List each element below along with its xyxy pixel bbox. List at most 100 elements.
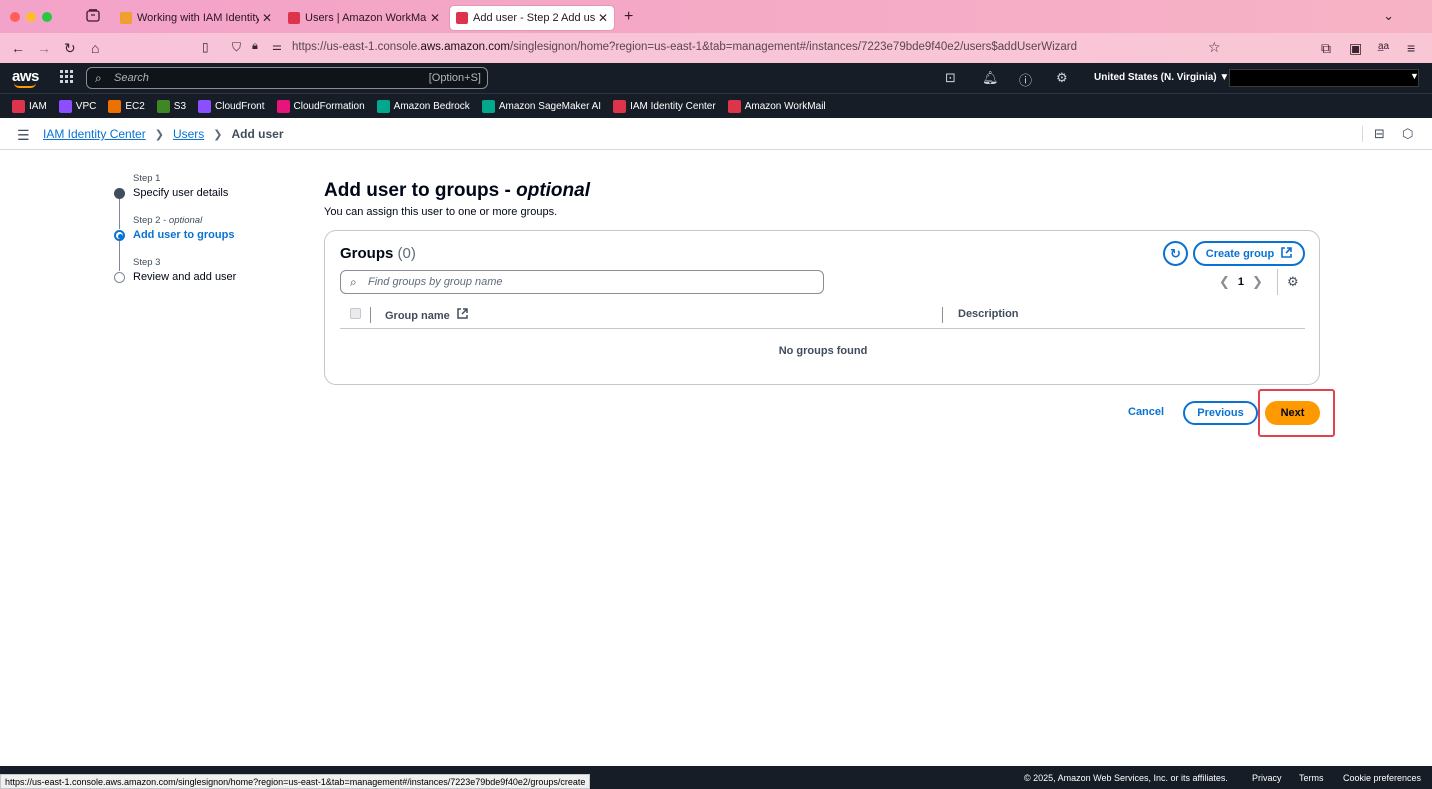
shield-icon[interactable]: ⛉ [232, 40, 241, 55]
browser-nav-bar: ← → ↻ ⌂ ▯ ⛉ 🔒︎ ⚌ https://us-east-1.conso… [0, 33, 1432, 63]
page-number[interactable]: 1 [1238, 276, 1244, 288]
translate-icon[interactable]: a̲a [1378, 41, 1389, 52]
settings-gear-icon[interactable]: ⚙ [1056, 70, 1068, 86]
favorite-sagemaker[interactable]: Amazon SageMaker AI [481, 99, 601, 113]
breadcrumb-bar: ☰ IAM Identity Center ❯ Users ❯ Add user… [0, 118, 1432, 150]
favorite-iam-identity-center[interactable]: IAM Identity Center [613, 99, 716, 113]
next-button-highlight: Next [1258, 389, 1335, 437]
chevron-right-icon: ❯ [154, 128, 164, 141]
divider [1277, 269, 1278, 295]
external-link-icon [454, 308, 468, 322]
preferences-gear-icon[interactable]: ⚙ [1287, 274, 1299, 290]
bedrock-service-icon [376, 99, 390, 113]
next-page-icon[interactable]: ❯ [1252, 274, 1263, 290]
step-1[interactable]: Step 1 Specify user details [110, 170, 290, 229]
chevron-down-icon[interactable]: ⌄ [1383, 8, 1394, 24]
favorite-cloudfront[interactable]: CloudFront [198, 99, 265, 113]
region-selector[interactable]: United States (N. Virginia) ▼ [1094, 72, 1229, 83]
new-tab-icon[interactable]: + [624, 8, 633, 26]
account-menu[interactable] [1229, 69, 1419, 87]
close-tab-icon[interactable]: ✕ [430, 11, 440, 25]
container-icon[interactable]: ▣ [1349, 40, 1362, 57]
reload-icon[interactable]: ↻ [64, 40, 76, 57]
notifications-bell-icon[interactable]: 🔔︎ [982, 70, 999, 86]
caret-down-icon[interactable]: ▼ [1410, 71, 1419, 81]
tab-favicon-icon [288, 12, 300, 24]
close-tab-icon[interactable]: ✕ [598, 11, 608, 25]
select-all-checkbox[interactable] [350, 308, 361, 319]
address-bar[interactable]: ⛉ 🔒︎ ⚌ https://us-east-1.console.aws.ama… [228, 37, 1222, 59]
step-current-icon [114, 230, 125, 241]
column-group-name[interactable]: Group name [385, 308, 468, 322]
console-search-input[interactable]: ⌕ Search [Option+S] [86, 67, 488, 89]
permissions-icon[interactable]: ⚌ [272, 40, 282, 53]
group-search-input[interactable]: ⌕ Find groups by group name [340, 270, 824, 294]
privacy-link[interactable]: Privacy [1252, 773, 1282, 783]
cloudfront-service-icon [198, 99, 212, 113]
pagination: ❮ 1 ❯ [1211, 274, 1271, 290]
favorite-ec2[interactable]: EC2 [108, 99, 145, 113]
feedback-icon[interactable]: ⬡ [1402, 126, 1413, 142]
breadcrumb-current: Add user [231, 127, 284, 141]
identity-center-service-icon [613, 99, 627, 113]
refresh-icon: ↻ [1170, 246, 1181, 261]
refresh-button[interactable]: ↻ [1163, 241, 1188, 266]
url-text: https://us-east-1.console.aws.amazon.com… [292, 41, 1078, 53]
aws-logo[interactable]: aws [12, 68, 39, 88]
maximize-window-button[interactable] [42, 12, 52, 22]
cookie-preferences-link[interactable]: Cookie preferences [1343, 773, 1421, 783]
browser-tab-iam-docs[interactable]: Working with IAM Identity Cente ✕ [114, 6, 278, 30]
favorite-s3[interactable]: S3 [156, 99, 186, 113]
back-arrow-icon[interactable]: ← [11, 40, 25, 56]
cloudshell-icon[interactable]: ⊡ [945, 70, 956, 86]
search-icon: ⌕ [350, 275, 357, 289]
tab-favicon-icon [120, 12, 132, 24]
favorite-vpc[interactable]: VPC [58, 99, 96, 113]
bookmark-star-icon[interactable]: ☆ [1208, 39, 1221, 56]
next-button[interactable]: Next [1265, 401, 1320, 425]
page-description: You can assign this user to one or more … [324, 206, 558, 218]
previous-page-icon[interactable]: ❮ [1219, 274, 1230, 290]
column-description[interactable]: Description [958, 308, 1019, 320]
create-group-button[interactable]: Create group [1193, 241, 1305, 266]
home-icon[interactable]: ⌂ [91, 40, 99, 56]
favorite-bedrock[interactable]: Amazon Bedrock [376, 99, 470, 113]
minimize-window-button[interactable] [26, 12, 36, 22]
copyright-text: © 2025, Amazon Web Services, Inc. or its… [1024, 773, 1228, 783]
close-window-button[interactable] [10, 12, 20, 22]
info-panel-icon[interactable]: ⊟ [1374, 126, 1385, 142]
cancel-button[interactable]: Cancel [1128, 406, 1164, 418]
cloudformation-service-icon [276, 99, 290, 113]
favorite-cloudformation[interactable]: CloudFormation [276, 99, 365, 113]
favorite-workmail[interactable]: Amazon WorkMail [727, 99, 826, 113]
close-tab-icon[interactable]: ✕ [262, 11, 272, 25]
chevron-right-icon: ❯ [213, 128, 223, 141]
sidebar-icon[interactable]: ▯ [202, 40, 209, 54]
browser-tab-add-user[interactable]: Add user - Step 2 Add user to g ✕ [450, 6, 614, 30]
breadcrumb: IAM Identity Center ❯ Users ❯ Add user [43, 127, 284, 141]
services-grid-icon[interactable] [60, 70, 74, 84]
empty-state: No groups found [778, 345, 868, 357]
groups-title: Groups (0) [340, 245, 416, 262]
browser-tab-workmail[interactable]: Users | Amazon WorkMail | us-e ✕ [282, 6, 446, 30]
favorite-iam[interactable]: IAM [12, 99, 47, 113]
sagemaker-service-icon [481, 99, 495, 113]
extensions-icon[interactable]: ⧉ [1321, 40, 1331, 57]
ec2-service-icon [108, 99, 122, 113]
help-icon[interactable]: ⓘ [1019, 70, 1032, 89]
groups-container: Groups (0) ↻ Create group ⌕ Find groups … [324, 230, 1320, 385]
tab-overview-icon[interactable] [86, 9, 102, 23]
hamburger-menu-icon[interactable]: ☰ [17, 127, 30, 144]
browser-tab-bar: Working with IAM Identity Cente ✕ Users … [0, 0, 1432, 33]
breadcrumb-users[interactable]: Users [173, 127, 204, 141]
breadcrumb-iam-identity-center[interactable]: IAM Identity Center [43, 127, 146, 141]
terms-link[interactable]: Terms [1299, 773, 1324, 783]
previous-button[interactable]: Previous [1183, 401, 1258, 425]
forward-arrow-icon[interactable]: → [37, 40, 51, 56]
iam-service-icon [12, 99, 25, 113]
step-2[interactable]: Step 2 - optional Add user to groups [110, 212, 290, 271]
divider [1362, 126, 1363, 142]
menu-icon[interactable]: ≡ [1407, 40, 1415, 56]
favorites-bar: IAM VPC EC2 S3 CloudFront CloudFormation… [0, 93, 1432, 118]
lock-icon[interactable]: 🔒︎ [252, 40, 258, 53]
